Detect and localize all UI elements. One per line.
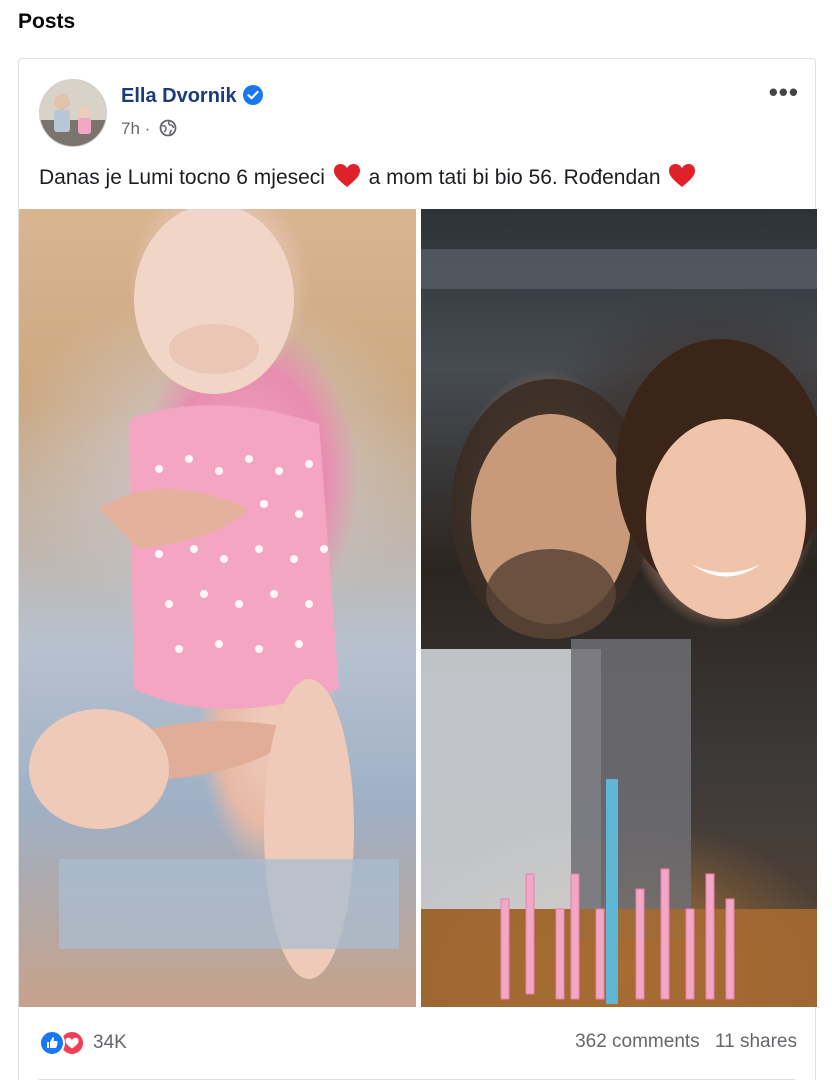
post-options-button[interactable]: ••• [769,77,799,108]
post-text: Danas je Lumi tocno 6 mjeseci a mom tati… [39,163,698,190]
photo-baby-pink-onesie[interactable] [19,209,416,1007]
posts-heading: Posts [18,10,76,33]
post-photos [19,209,817,1007]
facebook-page: Posts Ella Dvornik 7h · ••• Danas je Lum… [0,0,832,1080]
comments-link[interactable]: 362 comments [575,1031,700,1052]
author-name[interactable]: Ella Dvornik [121,85,263,108]
post-text-part2: a mom tati bi bio 56. Rođendan [368,166,661,189]
shares-link[interactable]: 11 shares [715,1031,797,1052]
author-name-text[interactable]: Ella Dvornik [121,85,237,107]
red-heart-icon [669,164,696,187]
post-time[interactable]: 7h [121,119,140,138]
globe-icon [159,119,177,137]
verified-badge-icon [242,85,263,105]
author-avatar[interactable] [39,79,107,147]
photo-father-daughter-illustration [420,249,817,1007]
photo-father-daughter-birthday[interactable] [420,209,817,1007]
engagement-stats: 362 comments 11 shares [565,1031,797,1053]
avatar-image [40,80,106,146]
reactions-summary[interactable]: 34K [39,1029,127,1057]
red-heart-icon [333,164,360,187]
photo-baby-illustration [29,209,399,979]
reaction-count[interactable]: 34K [93,1032,127,1054]
post-text-part1: Danas je Lumi tocno 6 mjeseci [39,166,325,189]
post-meta: 7h · [121,119,177,139]
like-icon [39,1030,65,1056]
post-card: Ella Dvornik 7h · ••• Danas je Lumi tocn… [18,58,817,1080]
meta-separator: · [144,119,151,138]
